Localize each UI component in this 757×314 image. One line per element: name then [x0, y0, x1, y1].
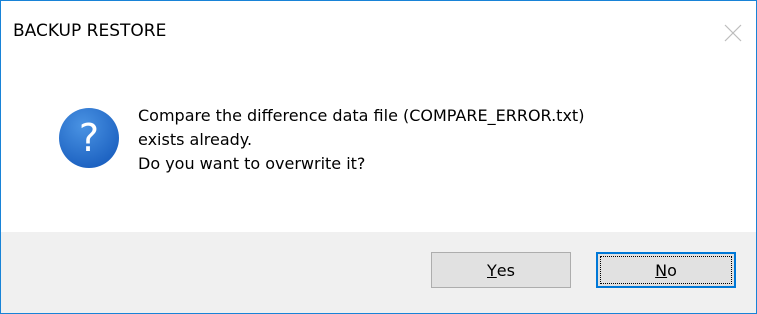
message-line: Compare the difference data file (COMPAR…: [138, 106, 585, 125]
message-dialog: BACKUP RESTORE ? Compare the difference …: [0, 0, 757, 314]
yes-label-rest: es: [496, 260, 515, 280]
no-button[interactable]: No: [596, 252, 736, 288]
message-text: Compare the difference data file (COMPAR…: [138, 104, 584, 176]
question-glyph: ?: [79, 116, 99, 160]
question-icon: ?: [57, 106, 121, 170]
yes-mnemonic: Y: [487, 260, 497, 280]
message-line: exists already.: [138, 130, 253, 149]
focus-rectangle: [600, 256, 732, 284]
close-button[interactable]: [710, 1, 756, 65]
title-bar[interactable]: BACKUP RESTORE: [1, 1, 756, 65]
window-title: BACKUP RESTORE: [13, 21, 167, 41]
yes-button[interactable]: Yes: [431, 252, 571, 288]
button-bar: Yes No: [1, 232, 756, 313]
close-icon: [724, 24, 742, 42]
message-line: Do you want to overwrite it?: [138, 154, 366, 173]
